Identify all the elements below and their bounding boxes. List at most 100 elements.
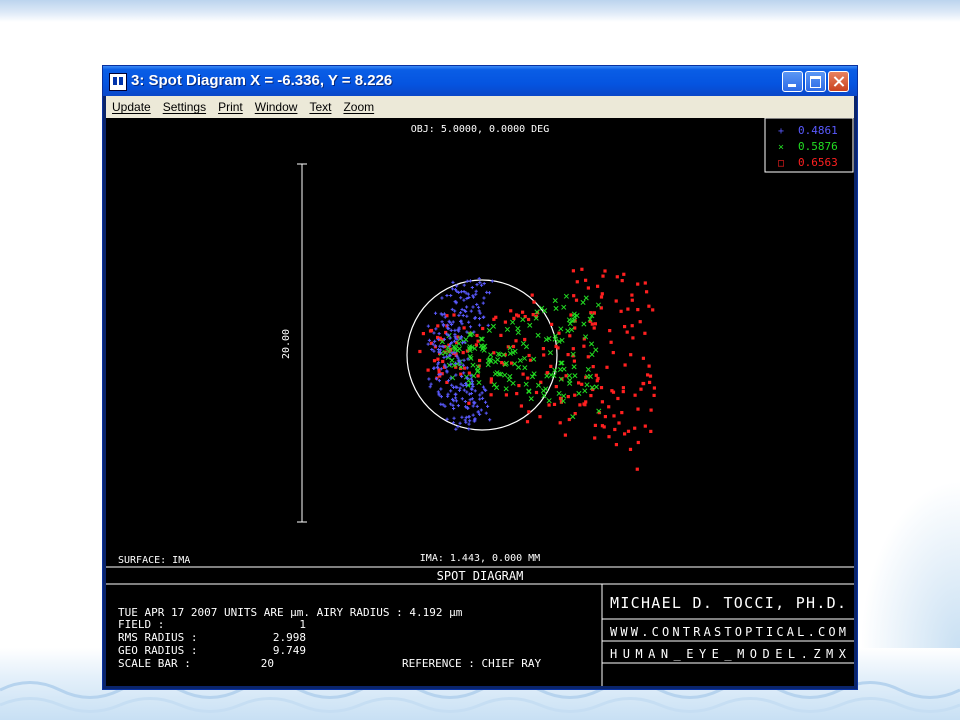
spot-point (515, 364, 522, 370)
spot-point (591, 365, 595, 369)
spot-point (464, 305, 469, 309)
menu-print[interactable]: Print (212, 100, 249, 114)
spot-point (462, 371, 466, 375)
spot-point (462, 358, 466, 362)
spot-point (593, 436, 597, 440)
menu-zoom[interactable]: Zoom (337, 100, 380, 114)
spot-point (475, 283, 479, 287)
menu-window[interactable]: Window (249, 100, 304, 114)
menu-update[interactable]: Update (106, 100, 157, 114)
legend-label-2: 0.5876 (798, 140, 838, 153)
spot-point (521, 355, 528, 361)
scale-bar-info-value: 20 (261, 657, 274, 670)
spot-point (572, 373, 578, 379)
spot-point (582, 344, 586, 348)
spot-point (643, 424, 647, 428)
spot-point (583, 295, 589, 301)
spot-point (458, 386, 462, 390)
spot-point (595, 302, 601, 308)
spot-point (630, 298, 634, 302)
spot-point (489, 377, 493, 381)
spot-point (475, 333, 479, 338)
minimize-button[interactable] (782, 71, 803, 92)
spot-point (535, 382, 542, 388)
spot-point (583, 403, 587, 407)
spot-point (459, 296, 463, 300)
spot-point (462, 283, 466, 287)
spot-point (638, 320, 642, 324)
spot-point (600, 400, 604, 404)
spot-point (589, 352, 595, 358)
spot-point (433, 339, 437, 343)
spot-point (580, 382, 584, 386)
spot-point (594, 373, 598, 377)
spot-point (649, 429, 653, 433)
spot-point (531, 356, 537, 362)
zemax-app-icon[interactable] (109, 73, 127, 91)
spot-point (610, 389, 614, 393)
spot-point (642, 382, 646, 386)
spot-point (593, 384, 599, 390)
spot-point (442, 355, 446, 360)
spot-point (593, 423, 597, 427)
spots-wavelength-1 (426, 276, 494, 431)
spot-point (445, 293, 449, 298)
spot-point (623, 432, 627, 436)
spot-point (462, 388, 466, 392)
spot-point (458, 311, 463, 315)
spot-point (635, 467, 639, 471)
window-title: 3: Spot Diagram X = -6.336, Y = 8.226 (131, 72, 393, 89)
title-bar[interactable]: 3: Spot Diagram X = -6.336, Y = 8.226 (103, 66, 857, 96)
spot-point (440, 296, 444, 300)
spot-point (543, 386, 549, 392)
spot-point (589, 394, 593, 398)
spot-point (547, 350, 553, 356)
spot-point (613, 427, 617, 432)
spot-point (449, 357, 455, 363)
menu-text[interactable]: Text (303, 100, 337, 114)
spot-point (436, 324, 440, 328)
legend-label-1: 0.4861 (798, 124, 838, 137)
spot-point (556, 346, 560, 350)
close-button[interactable] (828, 71, 849, 92)
spot-point (587, 373, 593, 380)
spot-point (476, 305, 481, 309)
spot-point (561, 366, 567, 372)
spot-point (616, 396, 620, 401)
maximize-button[interactable] (805, 71, 826, 92)
menu-settings[interactable]: Settings (157, 100, 212, 114)
spot-point (453, 392, 457, 396)
spot-diagram-window: 3: Spot Diagram X = -6.336, Y = 8.226 Up… (102, 65, 858, 690)
spot-point (481, 326, 485, 331)
website-text: WWW.CONTRASTOPTICAL.COM (610, 625, 846, 639)
spot-point (552, 297, 558, 304)
spot-point (478, 281, 482, 285)
spot-point (500, 361, 504, 365)
spot-point (458, 421, 462, 425)
spot-point (527, 410, 531, 414)
spot-point (454, 427, 458, 431)
spot-point (465, 390, 469, 394)
spot-point (542, 353, 546, 357)
spot-point (477, 316, 482, 321)
spot-point (453, 328, 457, 332)
spot-point (478, 397, 482, 401)
spot-point (526, 389, 532, 395)
spot-point (614, 443, 618, 447)
spot-diagram-plot[interactable]: OBJ: 5.0000, 0.0000 DEG + 0.4861 × 0.587… (106, 118, 854, 686)
spot-point (523, 381, 529, 387)
spot-point (440, 320, 444, 324)
spot-point (532, 300, 536, 304)
spot-point (609, 340, 613, 344)
spot-point (607, 405, 611, 409)
spot-point (478, 358, 482, 363)
spot-point (470, 387, 474, 391)
spot-point (467, 422, 471, 426)
spot-point (438, 344, 442, 348)
spot-point (567, 380, 573, 386)
spot-point (568, 334, 572, 338)
spot-point (561, 304, 567, 310)
spot-point (521, 310, 525, 314)
spot-point (572, 359, 576, 363)
spot-point (520, 341, 526, 347)
